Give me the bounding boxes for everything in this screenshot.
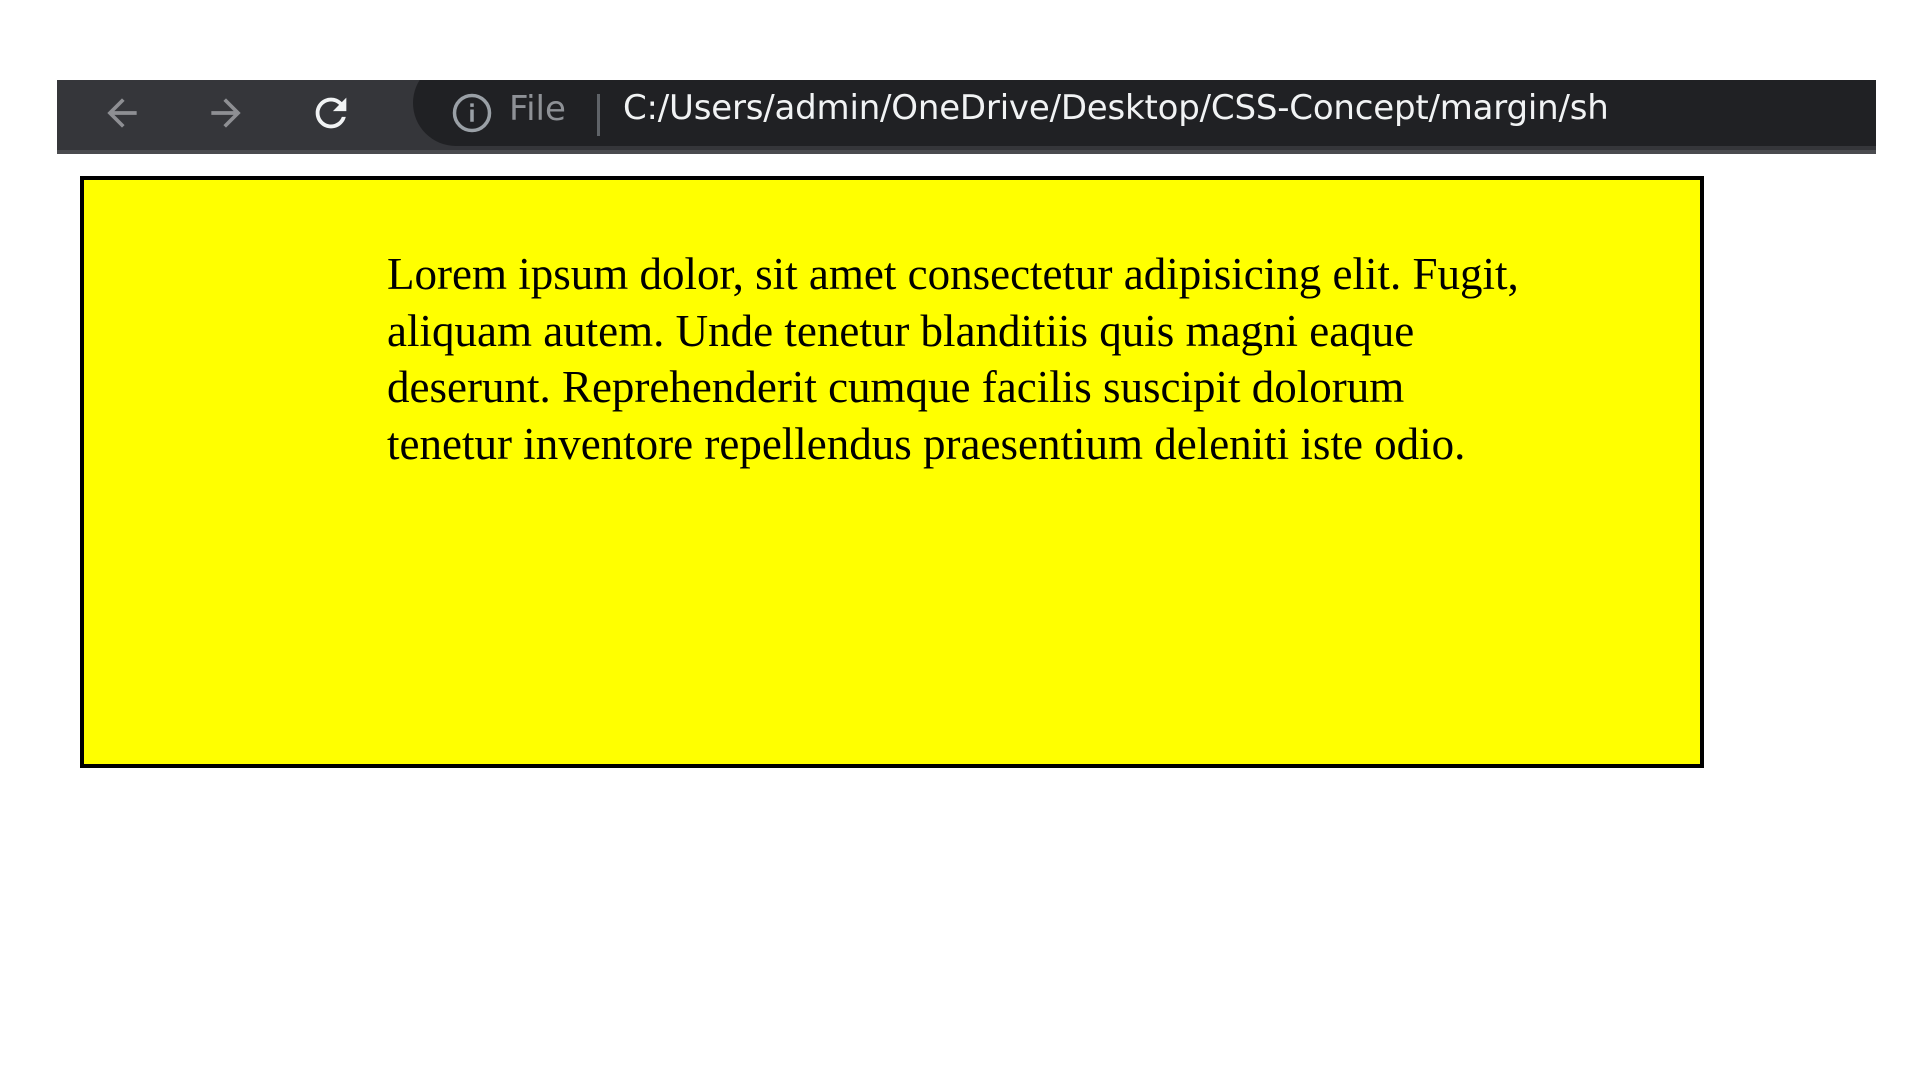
scheme-label: File <box>509 89 566 129</box>
page-stage: File C:/Users/admin/OneDrive/Desktop/CSS… <box>0 0 1920 1080</box>
forward-arrow-icon <box>204 91 248 135</box>
address-bar[interactable]: File C:/Users/admin/OneDrive/Desktop/CSS… <box>413 80 1876 146</box>
info-icon[interactable] <box>449 90 495 136</box>
lorem-paragraph: Lorem ipsum dolor, sit amet consectetur … <box>387 249 1519 469</box>
browser-toolbar: File C:/Users/admin/OneDrive/Desktop/CSS… <box>57 80 1876 154</box>
toolbar-bottom-edge <box>57 150 1876 154</box>
yellow-content-box: Lorem ipsum dolor, sit amet consectetur … <box>80 176 1704 768</box>
reload-button[interactable] <box>298 80 364 146</box>
url-text[interactable]: C:/Users/admin/OneDrive/Desktop/CSS-Conc… <box>623 88 1609 128</box>
back-button[interactable] <box>89 80 155 146</box>
reload-icon <box>308 90 354 136</box>
forward-button[interactable] <box>193 80 259 146</box>
url-divider <box>597 94 600 136</box>
back-arrow-icon <box>100 91 144 135</box>
